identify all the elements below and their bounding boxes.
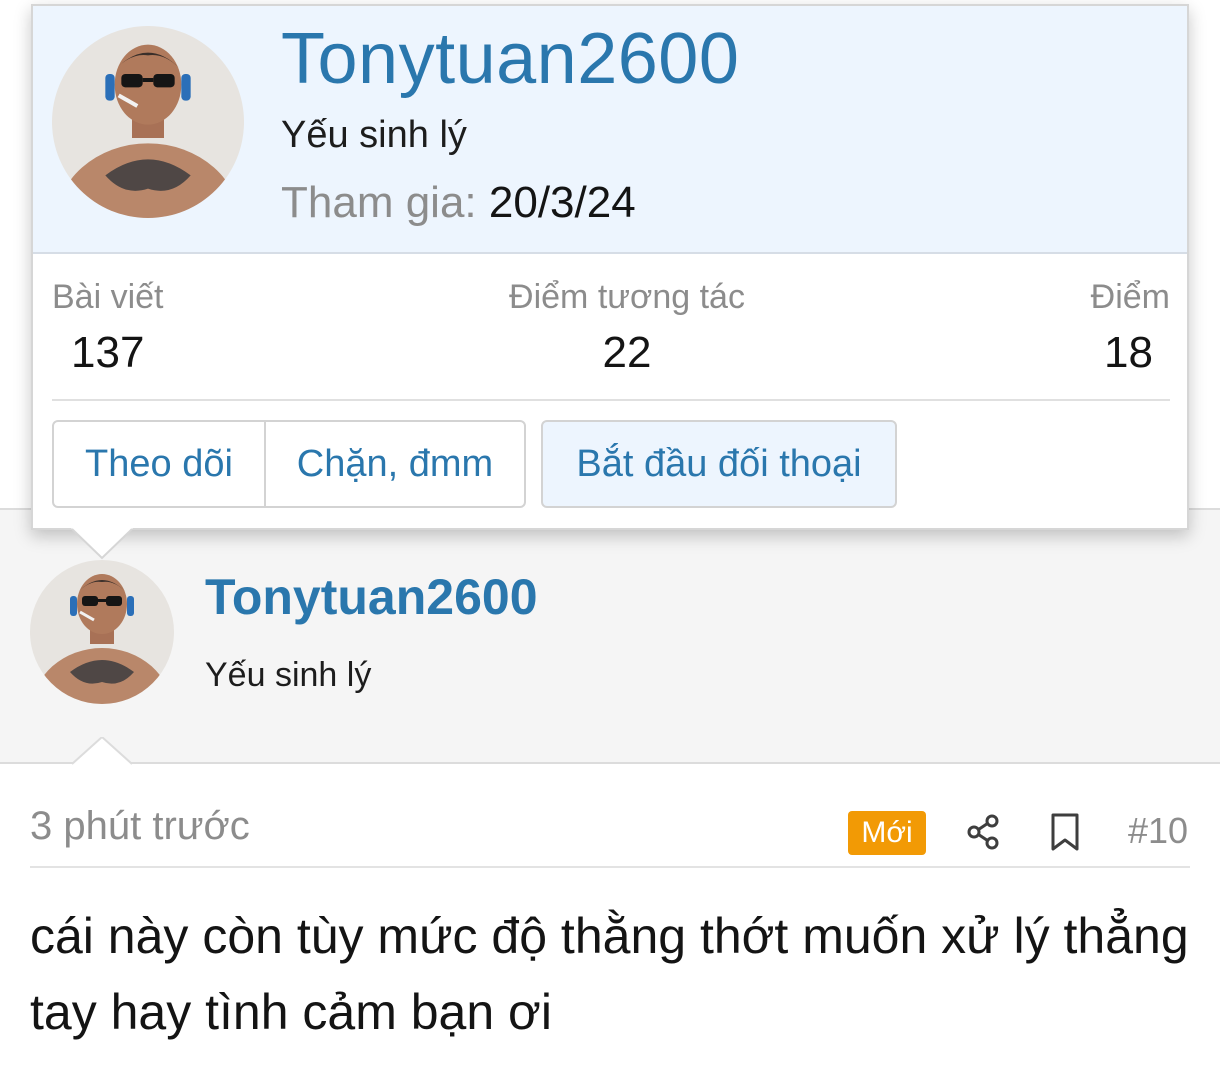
tooltip-joined: Tham gia: 20/3/24 [281, 178, 636, 228]
tooltip-avatar[interactable] [52, 26, 244, 218]
stat-value-reactions: 22 [602, 328, 652, 377]
post-user-arrow [72, 737, 132, 765]
post-number[interactable]: #10 [1128, 810, 1188, 852]
meta-divider [30, 866, 1190, 868]
share-icon[interactable] [964, 812, 1004, 852]
post-avatar[interactable] [30, 560, 174, 704]
tooltip-header: Tonytuan2600 Yếu sinh lý Tham gia: 20/3/… [33, 6, 1187, 254]
stat-value-posts: 137 [71, 328, 145, 377]
tooltip-arrow [71, 528, 133, 560]
tooltip-user-title: Yếu sinh lý [281, 114, 467, 156]
stat-label-points: Điểm [1090, 278, 1170, 316]
follow-button[interactable]: Theo dõi [54, 422, 266, 506]
post-body: cái này còn tùy mức độ thằng thớt muốn x… [30, 908, 1189, 1040]
new-badge: Mới [848, 811, 926, 855]
post-user-title: Yếu sinh lý [205, 656, 372, 694]
stat-label-reactions: Điểm tương tác [509, 278, 745, 316]
block-button[interactable]: Chặn, đmm [266, 422, 524, 506]
post-time[interactable]: 3 phút trước [30, 804, 250, 849]
page: Tonytuan2600 Yếu sinh lý 3 phút trước Mớ… [0, 0, 1220, 1078]
stat-label-posts: Bài viết [52, 278, 164, 316]
start-conversation-button[interactable]: Bắt đầu đối thoại [541, 420, 897, 508]
stats-divider [52, 399, 1170, 401]
tooltip-username[interactable]: Tonytuan2600 [281, 18, 739, 100]
follow-block-button-group: Theo dõi Chặn, đmm [52, 420, 526, 508]
bookmark-icon[interactable] [1048, 812, 1082, 852]
post-username[interactable]: Tonytuan2600 [205, 568, 538, 626]
post-user-block [0, 508, 1220, 764]
joined-label: Tham gia: [281, 178, 477, 227]
member-tooltip: Tonytuan2600 Yếu sinh lý Tham gia: 20/3/… [31, 4, 1189, 530]
joined-value: 20/3/24 [488, 178, 636, 227]
stat-value-points: 18 [1104, 328, 1153, 377]
